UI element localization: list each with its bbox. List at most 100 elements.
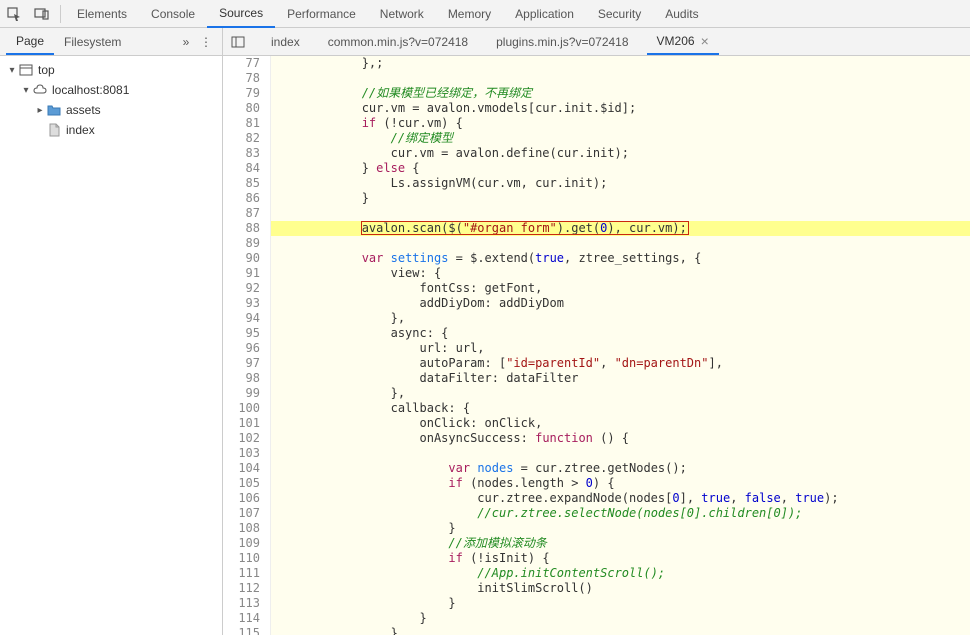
code-line[interactable]: cur.ztree.expandNode(nodes[0], true, fal… [271, 491, 970, 506]
line-number[interactable]: 114 [223, 611, 260, 626]
file-tab-index[interactable]: index [261, 29, 310, 55]
main-tab-audits[interactable]: Audits [653, 0, 710, 28]
code-line[interactable]: addDiyDom: addDiyDom [271, 296, 970, 311]
line-number[interactable]: 94 [223, 311, 260, 326]
line-number[interactable]: 105 [223, 476, 260, 491]
line-number[interactable]: 87 [223, 206, 260, 221]
line-number[interactable]: 85 [223, 176, 260, 191]
code-line[interactable]: cur.vm = avalon.define(cur.init); [271, 146, 970, 161]
code-line[interactable]: fontCss: getFont, [271, 281, 970, 296]
main-tab-memory[interactable]: Memory [436, 0, 503, 28]
main-tab-performance[interactable]: Performance [275, 0, 368, 28]
navigator-menu-icon[interactable]: ⋮ [196, 35, 216, 49]
code-line[interactable] [271, 446, 970, 461]
code-line[interactable]: if (!cur.vm) { [271, 116, 970, 131]
line-number[interactable]: 93 [223, 296, 260, 311]
line-number[interactable]: 78 [223, 71, 260, 86]
line-number[interactable]: 111 [223, 566, 260, 581]
file-tab-vm206[interactable]: VM206× [647, 29, 719, 55]
code-line[interactable]: var settings = $.extend(true, ztree_sett… [271, 251, 970, 266]
code-line[interactable]: if (nodes.length > 0) { [271, 476, 970, 491]
code-line[interactable]: url: url, [271, 341, 970, 356]
code-line[interactable]: } [271, 521, 970, 536]
line-number[interactable]: 80 [223, 101, 260, 116]
code-line[interactable] [271, 206, 970, 221]
code-line[interactable]: }, [271, 311, 970, 326]
tree-item-localhost-8081[interactable]: ▾localhost:8081 [0, 80, 222, 100]
code-line[interactable]: }, [271, 386, 970, 401]
line-number[interactable]: 102 [223, 431, 260, 446]
close-icon[interactable]: × [701, 34, 709, 48]
code-line[interactable]: callback: { [271, 401, 970, 416]
code-line[interactable]: initSlimScroll() [271, 581, 970, 596]
code-line[interactable]: //cur.ztree.selectNode(nodes[0].children… [271, 506, 970, 521]
code-line[interactable]: onClick: onClick, [271, 416, 970, 431]
line-number[interactable]: 109 [223, 536, 260, 551]
navigator-tab-filesystem[interactable]: Filesystem [54, 29, 131, 55]
code-line[interactable]: view: { [271, 266, 970, 281]
code-line[interactable]: Ls.assignVM(cur.vm, cur.init); [271, 176, 970, 191]
code-line[interactable]: //App.initContentScroll(); [271, 566, 970, 581]
file-tab-common-min-js-v-072418[interactable]: common.min.js?v=072418 [318, 29, 478, 55]
line-number[interactable]: 92 [223, 281, 260, 296]
line-number[interactable]: 97 [223, 356, 260, 371]
code-line[interactable]: async: { [271, 326, 970, 341]
tree-twisty-icon[interactable]: ▾ [20, 85, 32, 96]
line-number[interactable]: 112 [223, 581, 260, 596]
main-tab-security[interactable]: Security [586, 0, 653, 28]
tree-item-index[interactable]: index [0, 120, 222, 140]
file-tab-plugins-min-js-v-072418[interactable]: plugins.min.js?v=072418 [486, 29, 638, 55]
line-number[interactable]: 96 [223, 341, 260, 356]
line-number[interactable]: 84 [223, 161, 260, 176]
line-number[interactable]: 88 [223, 221, 260, 236]
code-line[interactable]: } [271, 596, 970, 611]
inspect-icon[interactable] [0, 0, 28, 28]
line-number[interactable]: 83 [223, 146, 260, 161]
line-number[interactable]: 91 [223, 266, 260, 281]
line-number[interactable]: 108 [223, 521, 260, 536]
line-number[interactable]: 95 [223, 326, 260, 341]
code-line[interactable]: if (!isInit) { [271, 551, 970, 566]
line-number[interactable]: 99 [223, 386, 260, 401]
code-line[interactable] [271, 236, 970, 251]
line-number[interactable]: 86 [223, 191, 260, 206]
device-toggle-icon[interactable] [28, 0, 56, 28]
main-tab-console[interactable]: Console [139, 0, 207, 28]
line-number[interactable]: 107 [223, 506, 260, 521]
main-tab-sources[interactable]: Sources [207, 0, 275, 28]
line-number[interactable]: 115 [223, 626, 260, 635]
main-tab-application[interactable]: Application [503, 0, 586, 28]
code-line[interactable] [271, 71, 970, 86]
line-number[interactable]: 101 [223, 416, 260, 431]
line-number[interactable]: 106 [223, 491, 260, 506]
code-content[interactable]: },; //如果模型已经绑定，不再绑定 cur.vm = avalon.vmod… [271, 56, 970, 635]
code-line[interactable]: var nodes = cur.ztree.getNodes(); [271, 461, 970, 476]
line-number[interactable]: 81 [223, 116, 260, 131]
tree-twisty-icon[interactable]: ▾ [6, 65, 18, 76]
line-number[interactable]: 113 [223, 596, 260, 611]
line-number[interactable]: 82 [223, 131, 260, 146]
code-line[interactable]: //绑定模型 [271, 131, 970, 146]
line-number[interactable]: 110 [223, 551, 260, 566]
line-number[interactable]: 98 [223, 371, 260, 386]
sidebar-toggle-icon[interactable] [227, 31, 249, 53]
main-tab-network[interactable]: Network [368, 0, 436, 28]
navigator-tab-page[interactable]: Page [6, 29, 54, 55]
code-line[interactable]: onAsyncSuccess: function () { [271, 431, 970, 446]
line-number[interactable]: 103 [223, 446, 260, 461]
code-line[interactable]: dataFilter: dataFilter [271, 371, 970, 386]
code-line[interactable]: //如果模型已经绑定，不再绑定 [271, 86, 970, 101]
line-number[interactable]: 90 [223, 251, 260, 266]
tree-item-top[interactable]: ▾top [0, 60, 222, 80]
tree-item-assets[interactable]: ▸assets [0, 100, 222, 120]
line-number[interactable]: 89 [223, 236, 260, 251]
tree-twisty-icon[interactable]: ▸ [34, 105, 46, 116]
code-line[interactable]: //添加模拟滚动条 [271, 536, 970, 551]
line-number[interactable]: 77 [223, 56, 260, 71]
code-line[interactable]: } [271, 191, 970, 206]
code-line[interactable]: } [271, 611, 970, 626]
line-number[interactable]: 100 [223, 401, 260, 416]
main-tab-elements[interactable]: Elements [65, 0, 139, 28]
code-line[interactable]: } [271, 626, 970, 635]
code-line[interactable]: avalon.scan($("#organ_form").get(0), cur… [271, 221, 970, 236]
